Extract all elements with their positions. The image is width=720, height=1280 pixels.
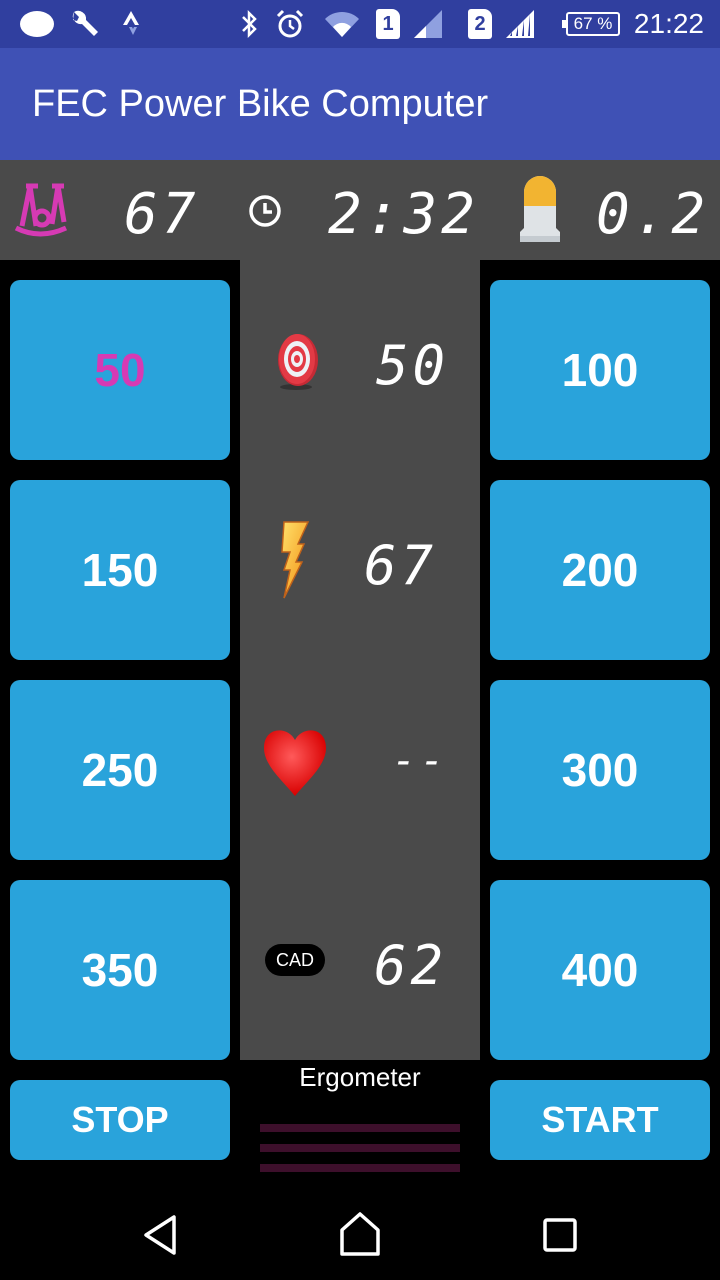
alarm-icon — [272, 0, 308, 48]
sim1-icon: 1 — [376, 9, 400, 39]
power-button-200[interactable]: 200 — [490, 480, 710, 660]
stop-button[interactable]: STOP — [10, 1080, 230, 1160]
cadence-badge: CAD — [265, 944, 325, 976]
mode-indicator-bar — [260, 1164, 460, 1172]
power-button-50[interactable]: 50 — [10, 280, 230, 460]
mode-indicator-bar — [260, 1124, 460, 1132]
strava-icon — [116, 0, 146, 48]
lightning-icon — [280, 520, 312, 600]
sim2-signal-icon — [502, 0, 538, 48]
clock-icon — [248, 194, 282, 228]
app-title: FEC Power Bike Computer — [32, 83, 489, 125]
power-button-300[interactable]: 300 — [490, 680, 710, 860]
sim1-signal-icon — [410, 0, 446, 48]
start-button[interactable]: START — [490, 1080, 710, 1160]
elapsed-time: 2:32 — [328, 182, 479, 247]
app-bar: FEC Power Bike Computer — [0, 48, 720, 160]
power-button-250[interactable]: 250 — [10, 680, 230, 860]
power-button-100[interactable]: 100 — [490, 280, 710, 460]
battery-icon: 67 % — [562, 12, 620, 36]
mode-label: Ergometer — [299, 1062, 421, 1092]
power-button-400[interactable]: 400 — [490, 880, 710, 1060]
status-time: 21:22 — [633, 8, 704, 39]
power-value: 67 — [364, 534, 438, 597]
wrench-icon — [66, 0, 102, 48]
wifi-icon — [322, 0, 362, 48]
sim2-icon: 2 — [468, 9, 492, 39]
bluetooth-icon — [236, 0, 262, 48]
back-icon[interactable] — [120, 1200, 200, 1270]
milestone-icon — [512, 172, 568, 248]
status-bar: 1 2 67 % 21:22 — [0, 0, 720, 48]
heart-rate-value: -- — [392, 738, 449, 784]
power-button-350[interactable]: 350 — [10, 880, 230, 1060]
notification-dot-icon — [18, 0, 56, 48]
target-icon — [274, 330, 320, 390]
bike-trainer-icon — [12, 178, 70, 240]
home-icon[interactable] — [320, 1200, 400, 1270]
target-power-value: 50 — [376, 334, 450, 397]
mode-indicator-bar — [260, 1144, 460, 1152]
distance-value: 0.2 — [596, 182, 710, 247]
navigation-bar — [0, 1180, 720, 1280]
top-power-value: 67 — [124, 182, 200, 247]
heart-icon — [262, 726, 328, 798]
cadence-value: 62 — [374, 934, 448, 997]
power-button-150[interactable]: 150 — [10, 480, 230, 660]
summary-panel: 67 2:32 0.2 — [0, 160, 720, 260]
recents-icon[interactable] — [520, 1200, 600, 1270]
